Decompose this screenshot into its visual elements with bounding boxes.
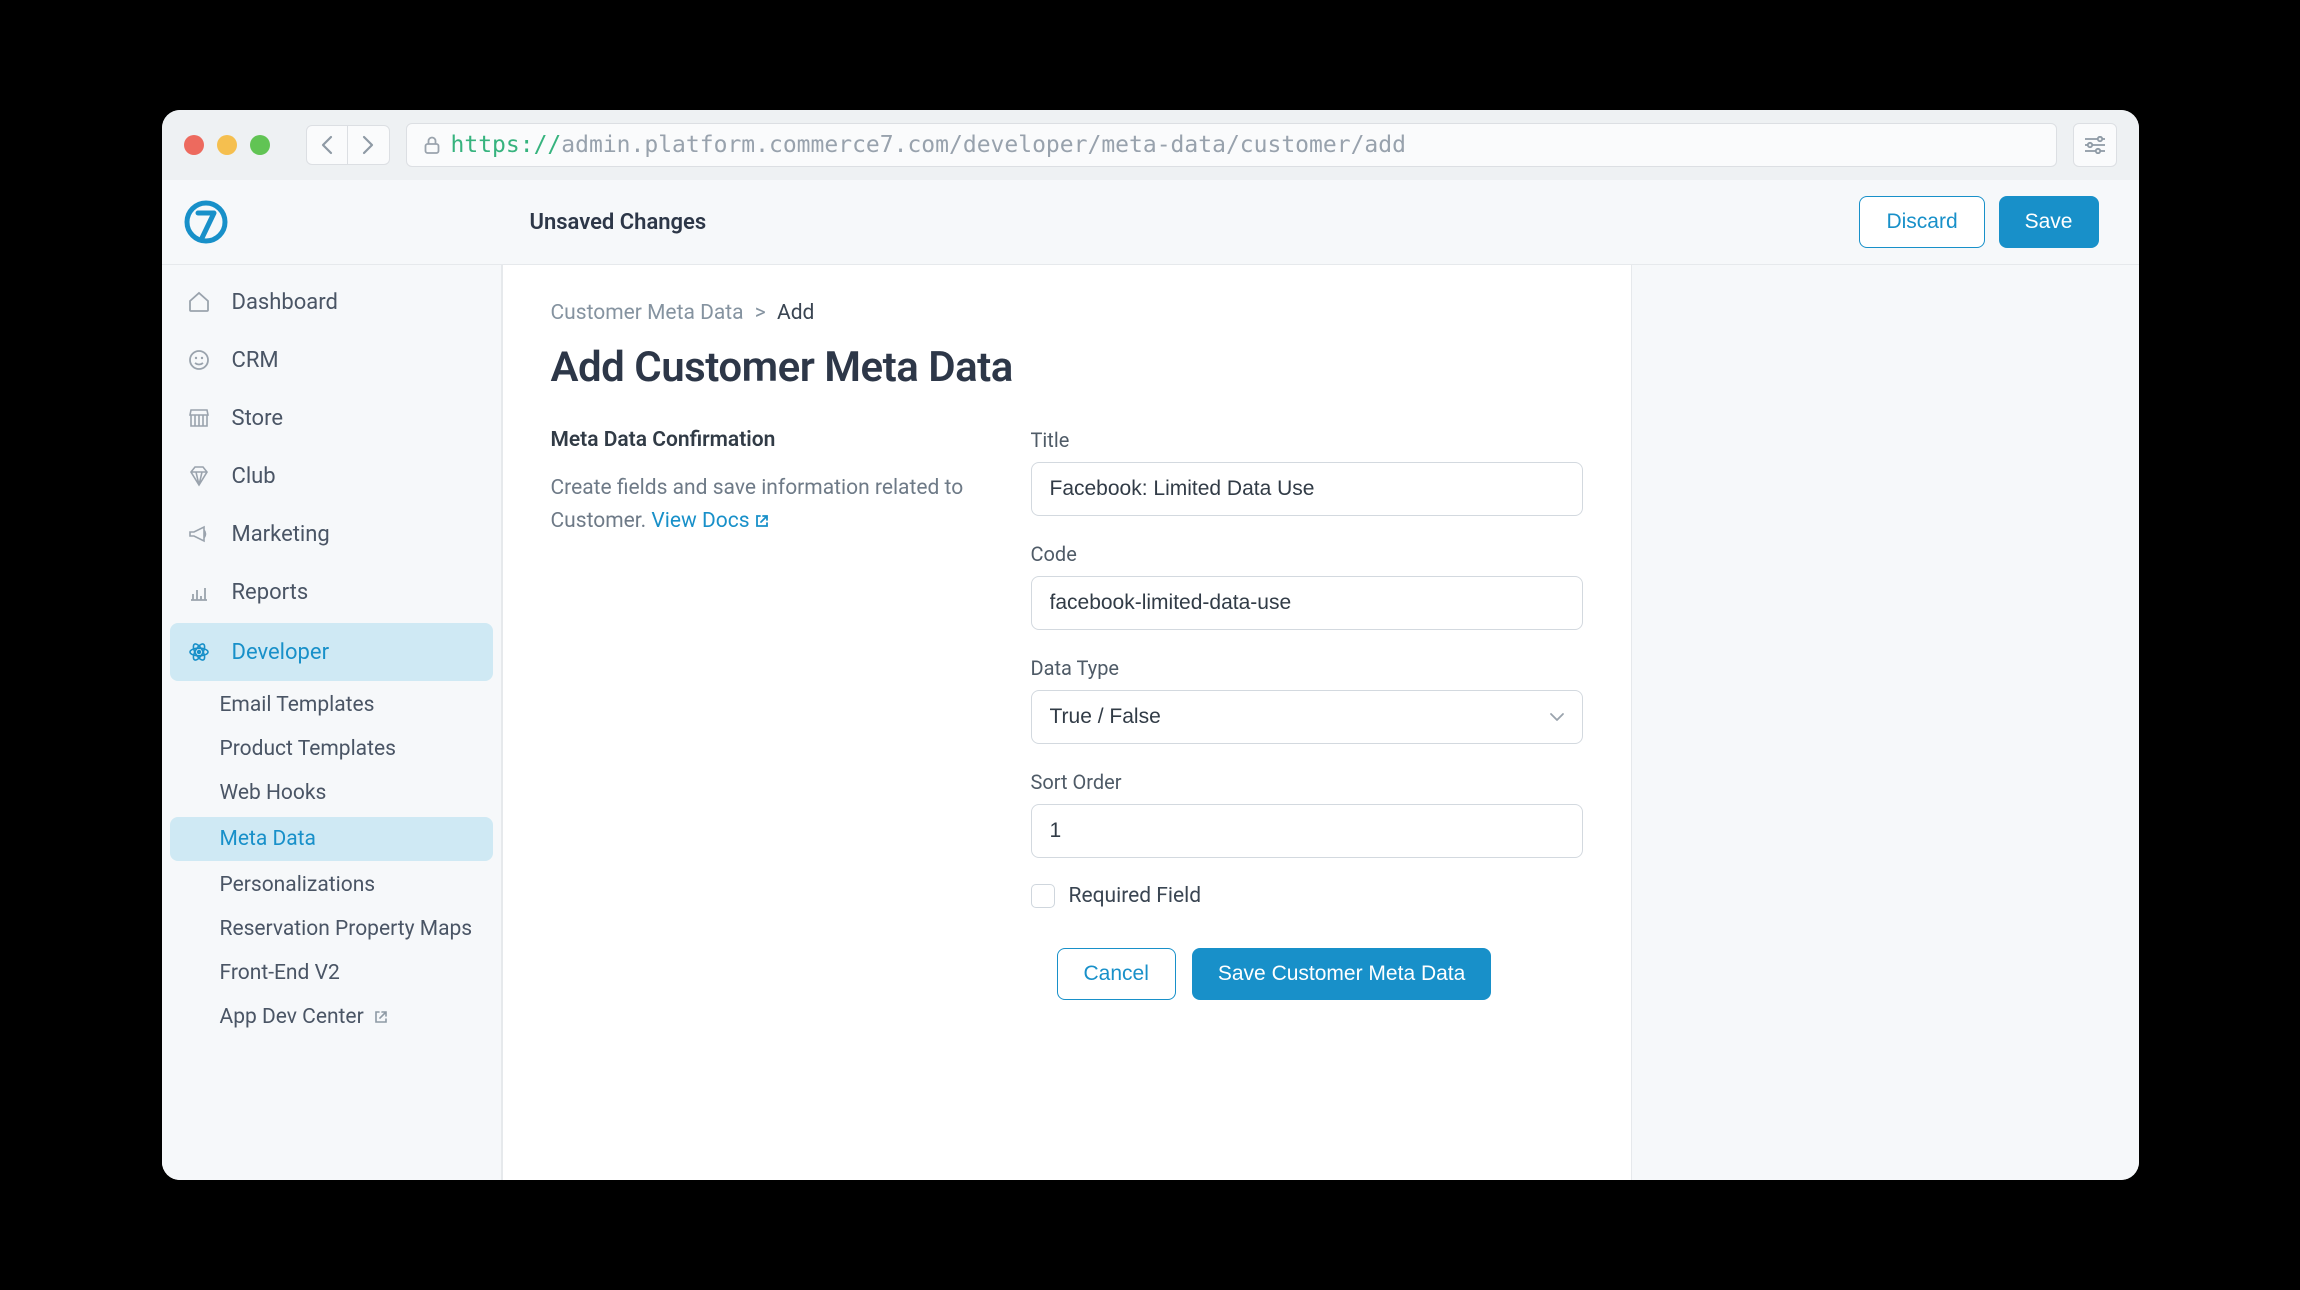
field-sort-order: Sort Order <box>1031 770 1583 858</box>
sidebar-item-label: Store <box>232 406 284 431</box>
diamond-icon <box>186 463 212 489</box>
topbar: Unsaved Changes Discard Save <box>502 180 2139 265</box>
select-datatype[interactable] <box>1031 690 1583 744</box>
sidebar-sub-label: Product Templates <box>220 737 396 761</box>
label-sort-order: Sort Order <box>1031 770 1583 794</box>
store-icon <box>186 405 212 431</box>
smile-icon <box>186 347 212 373</box>
breadcrumb-sep: > <box>755 301 766 325</box>
label-datatype: Data Type <box>1031 656 1583 680</box>
sidebar-sub-meta-data[interactable]: Meta Data <box>170 817 493 861</box>
sidebar-item-club[interactable]: Club <box>162 447 501 505</box>
sidebar-item-crm[interactable]: CRM <box>162 331 501 389</box>
nav-buttons <box>306 125 390 165</box>
minimize-window-button[interactable] <box>217 135 237 155</box>
input-sort-order[interactable] <box>1031 804 1583 858</box>
browser-window: https://admin.platform.commerce7.com/dev… <box>162 110 2139 1180</box>
sidebar-sub-personalizations[interactable]: Personalizations <box>162 863 501 907</box>
label-code: Code <box>1031 542 1583 566</box>
sidebar-item-label: Marketing <box>232 522 330 547</box>
sidebar-item-label: Club <box>232 464 276 489</box>
app: Unsaved Changes Discard Save Dashboard C… <box>162 180 2139 1180</box>
sliders-icon <box>2084 136 2106 154</box>
field-title: Title <box>1031 428 1583 516</box>
sidebar-sub-app-dev-center[interactable]: App Dev Center <box>162 995 501 1039</box>
breadcrumb-parent[interactable]: Customer Meta Data <box>551 301 744 325</box>
label-title: Title <box>1031 428 1583 452</box>
breadcrumb-current: Add <box>777 301 814 325</box>
gear-atom-icon <box>186 639 212 665</box>
form-left: Meta Data Confirmation Create fields and… <box>551 428 971 1000</box>
home-icon <box>186 289 212 315</box>
url-scheme: https:// <box>451 132 562 158</box>
sidebar-item-label: CRM <box>232 348 279 373</box>
sidebar-sub-label: Web Hooks <box>220 781 327 805</box>
sidebar-sub-reservation-maps[interactable]: Reservation Property Maps <box>162 907 501 951</box>
lock-icon <box>423 135 441 155</box>
sidebar-sub-label: Meta Data <box>220 827 316 851</box>
sidebar-sub-label: Email Templates <box>220 693 375 717</box>
form-actions: Cancel Save Customer Meta Data <box>1057 948 1583 1000</box>
sidebar-item-marketing[interactable]: Marketing <box>162 505 501 563</box>
section-desc: Create fields and save information relat… <box>551 472 971 537</box>
section-title: Meta Data Confirmation <box>551 428 971 452</box>
chevron-left-icon <box>320 135 334 155</box>
browser-chrome: https://admin.platform.commerce7.com/dev… <box>162 110 2139 180</box>
view-docs-link[interactable]: View Docs <box>651 509 769 533</box>
sidebar-sub-web-hooks[interactable]: Web Hooks <box>162 771 501 815</box>
sidebar-sub-label: Reservation Property Maps <box>220 917 473 941</box>
topbar-title: Unsaved Changes <box>530 210 707 235</box>
form-right: Title Code Data Type <box>1031 428 1583 1000</box>
checkbox-required[interactable] <box>1031 884 1055 908</box>
traffic-lights <box>184 135 270 155</box>
url-bar[interactable]: https://admin.platform.commerce7.com/dev… <box>406 123 2057 167</box>
close-window-button[interactable] <box>184 135 204 155</box>
sidebar-item-label: Dashboard <box>232 290 338 315</box>
external-link-icon <box>754 513 770 529</box>
browser-settings-button[interactable] <box>2073 123 2117 167</box>
content: Customer Meta Data > Add Add Customer Me… <box>502 265 1632 1180</box>
breadcrumb: Customer Meta Data > Add <box>551 301 1583 325</box>
back-button[interactable] <box>306 125 348 165</box>
sidebar-item-store[interactable]: Store <box>162 389 501 447</box>
logo-cell <box>162 180 502 265</box>
form-row: Meta Data Confirmation Create fields and… <box>551 428 1583 1000</box>
sidebar-sub-label: Front-End V2 <box>220 961 340 985</box>
brand-logo-icon <box>182 198 230 246</box>
submit-button[interactable]: Save Customer Meta Data <box>1192 948 1491 1000</box>
field-required: Required Field <box>1031 884 1583 908</box>
sidebar-sub-email-templates[interactable]: Email Templates <box>162 683 501 727</box>
sidebar-item-reports[interactable]: Reports <box>162 563 501 621</box>
sidebar: Dashboard CRM Store Club Marketing <box>162 265 502 1180</box>
sidebar-sub-label: Personalizations <box>220 873 376 897</box>
chevron-right-icon <box>361 135 375 155</box>
topbar-row: Unsaved Changes Discard Save <box>162 180 2139 265</box>
input-title[interactable] <box>1031 462 1583 516</box>
maximize-window-button[interactable] <box>250 135 270 155</box>
sidebar-sub-product-templates[interactable]: Product Templates <box>162 727 501 771</box>
field-code: Code <box>1031 542 1583 630</box>
save-button[interactable]: Save <box>1999 196 2099 248</box>
label-required: Required Field <box>1069 884 1202 908</box>
discard-button[interactable]: Discard <box>1859 196 1984 248</box>
chart-icon <box>186 579 212 605</box>
sidebar-sub-frontend-v2[interactable]: Front-End V2 <box>162 951 501 995</box>
page-title: Add Customer Meta Data <box>551 343 1583 392</box>
field-datatype: Data Type <box>1031 656 1583 744</box>
sidebar-sub-label: App Dev Center <box>220 1005 364 1029</box>
url-path: admin.platform.commerce7.com/developer/m… <box>561 132 1406 158</box>
topbar-actions: Discard Save <box>1859 196 2098 248</box>
sidebar-item-developer[interactable]: Developer <box>170 623 493 681</box>
sidebar-item-label: Reports <box>232 580 309 605</box>
sidebar-item-dashboard[interactable]: Dashboard <box>162 273 501 331</box>
forward-button[interactable] <box>348 125 390 165</box>
main-row: Dashboard CRM Store Club Marketing <box>162 265 2139 1180</box>
sidebar-item-label: Developer <box>232 640 330 665</box>
input-code[interactable] <box>1031 576 1583 630</box>
megaphone-icon <box>186 521 212 547</box>
cancel-button[interactable]: Cancel <box>1057 948 1176 1000</box>
external-link-icon <box>373 1009 389 1025</box>
